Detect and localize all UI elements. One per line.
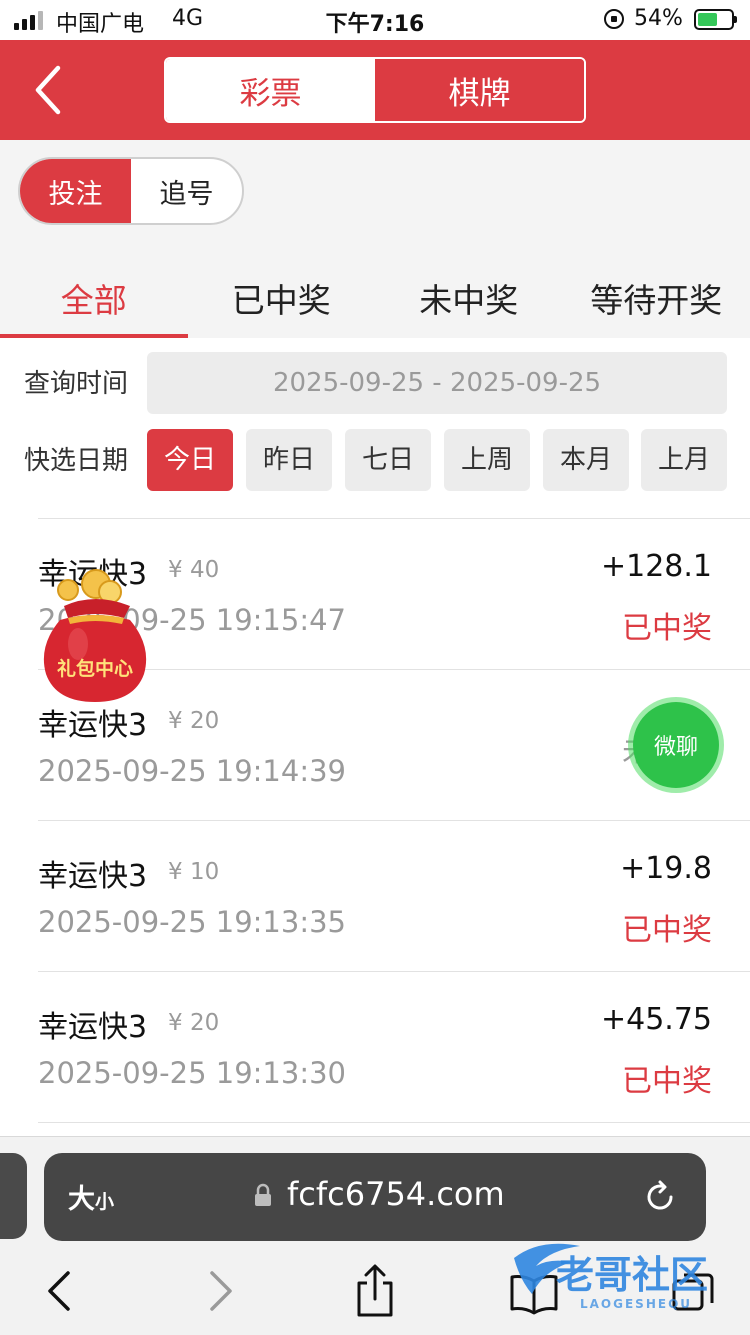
status-tabs: 全部 已中奖 未中奖 等待开奖 <box>0 257 750 338</box>
record-bet-amount: ¥ 40 <box>168 557 219 583</box>
quick-seven-days-button[interactable]: 七日 <box>345 429 431 491</box>
query-time-label: 查询时间 <box>24 352 128 416</box>
status-bar: 中国广电 4G 下午7:16 54% <box>0 0 750 40</box>
quick-date-row: 快选日期 今日 昨日 七日 上周 本月 上月 <box>0 429 750 493</box>
record-bet-amount: ¥ 20 <box>168 1010 219 1036</box>
record-win-amount: +19.8 <box>620 851 712 886</box>
quick-yesterday-button[interactable]: 昨日 <box>246 429 332 491</box>
record-bet-amount: ¥ 20 <box>168 708 219 734</box>
record-game-name: 幸运快3 <box>38 851 147 895</box>
query-time-row: 查询时间 2025-09-25 - 2025-09-25 <box>0 352 750 416</box>
tab-pending[interactable]: 等待开奖 <box>563 257 750 338</box>
gift-center-button[interactable]: 礼包中心 <box>38 566 152 706</box>
lock-icon <box>254 1183 272 1207</box>
url-text: fcfc6754.com <box>287 1175 505 1213</box>
watermark-subtext: LAOGESHEQU <box>580 1297 692 1311</box>
watermark-text: 老哥社区 <box>556 1253 708 1297</box>
segment-lottery[interactable]: 彩票 <box>166 59 375 121</box>
rotation-lock-icon <box>604 9 624 29</box>
list-item[interactable]: 幸运快3 ¥ 20 2025-09-25 19:13:30 +45.75 已中奖 <box>38 971 750 1122</box>
record-time: 2025-09-25 19:14:39 <box>38 754 346 788</box>
record-game-name: 幸运快3 <box>38 1002 147 1046</box>
quick-last-week-button[interactable]: 上周 <box>444 429 530 491</box>
battery-percent: 54% <box>634 6 683 31</box>
segment-chess-cards[interactable]: 棋牌 <box>375 59 584 121</box>
watermark-logo: 老哥社区 LAOGESHEQU <box>510 1236 740 1316</box>
gift-bag-icon <box>38 566 152 706</box>
share-icon[interactable] <box>352 1263 398 1319</box>
mode-bet-button[interactable]: 投注 <box>20 159 131 223</box>
back-button[interactable] <box>30 62 70 118</box>
record-status: 已中奖 <box>622 905 712 949</box>
record-time: 2025-09-25 19:13:30 <box>38 1056 346 1090</box>
quick-today-button[interactable]: 今日 <box>147 429 233 491</box>
chevron-left-icon <box>30 62 70 118</box>
mode-chase-button[interactable]: 追号 <box>131 159 242 223</box>
record-status: 已中奖 <box>622 603 712 647</box>
tab-all[interactable]: 全部 <box>0 257 188 338</box>
record-win-amount: +45.75 <box>601 1002 712 1037</box>
record-game-name: 幸运快3 <box>38 700 147 744</box>
record-bet-amount: ¥ 10 <box>168 859 219 885</box>
mode-toggle: 投注 追号 <box>18 157 244 225</box>
tab-won[interactable]: 已中奖 <box>188 257 376 338</box>
address-bar[interactable]: 大小 fcfc6754.com <box>44 1153 706 1241</box>
quick-last-month-button[interactable]: 上月 <box>641 429 727 491</box>
quick-this-month-button[interactable]: 本月 <box>543 429 629 491</box>
top-bar: 彩票 棋牌 <box>0 40 750 140</box>
previous-tab-bar[interactable] <box>0 1153 27 1239</box>
record-time: 2025-09-25 19:13:35 <box>38 905 346 939</box>
list-item[interactable]: 幸运快3 ¥ 10 2025-09-25 19:13:35 +19.8 已中奖 <box>38 820 750 971</box>
record-status: 已中奖 <box>622 1056 712 1100</box>
browser-forward-icon[interactable] <box>200 1263 240 1319</box>
quick-date-label: 快选日期 <box>24 429 128 493</box>
category-segment: 彩票 棋牌 <box>164 57 586 123</box>
battery-icon <box>694 9 734 30</box>
chat-button[interactable]: 微聊 <box>633 702 719 788</box>
browser-back-icon[interactable] <box>40 1263 80 1319</box>
tab-not-won[interactable]: 未中奖 <box>375 257 563 338</box>
record-win-amount: +128.1 <box>601 549 712 584</box>
reload-icon[interactable] <box>640 1177 680 1217</box>
gift-center-label: 礼包中心 <box>38 654 152 681</box>
text-size-button[interactable]: 大小 <box>68 1177 114 1216</box>
date-range-field[interactable]: 2025-09-25 - 2025-09-25 <box>147 352 727 414</box>
filter-band: 投注 追号 全部 已中奖 未中奖 等待开奖 <box>0 140 750 338</box>
